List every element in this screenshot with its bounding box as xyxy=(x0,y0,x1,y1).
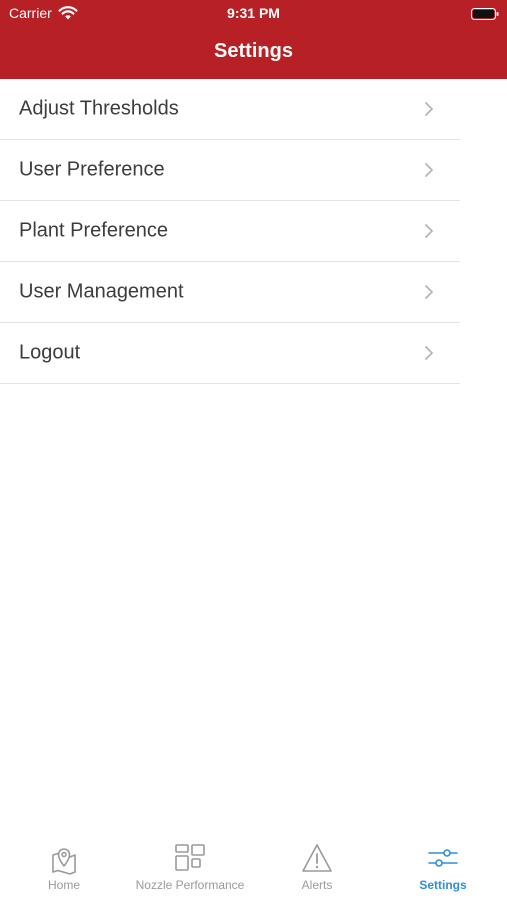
settings-item-label: User Management xyxy=(19,280,184,303)
settings-item-label: Adjust Thresholds xyxy=(19,97,179,120)
settings-item-user-preference[interactable]: User Preference xyxy=(0,140,460,201)
status-bar: Carrier 9:31 PM xyxy=(0,0,507,30)
tab-nozzle-performance[interactable]: Nozzle Performance xyxy=(124,832,256,900)
settings-item-user-management[interactable]: User Management xyxy=(0,262,460,323)
chevron-right-icon xyxy=(425,102,433,116)
tab-label: Settings xyxy=(419,878,467,892)
sliders-icon xyxy=(428,849,458,867)
chevron-right-icon xyxy=(425,346,433,360)
settings-item-label: Logout xyxy=(19,341,81,364)
chevron-right-icon xyxy=(425,285,433,299)
page-title: Settings xyxy=(214,40,293,62)
settings-item-label: Plant Preference xyxy=(19,219,168,242)
settings-list: Adjust Thresholds User Preference Plant … xyxy=(0,79,460,384)
map-pin-icon xyxy=(52,848,76,875)
chevron-right-icon xyxy=(425,163,433,177)
settings-item-logout[interactable]: Logout xyxy=(0,323,460,384)
header: Carrier 9:31 PM Settings xyxy=(0,0,507,79)
settings-item-plant-preference[interactable]: Plant Preference xyxy=(0,201,460,262)
tab-settings[interactable]: Settings xyxy=(403,832,483,900)
grid-icon xyxy=(175,844,205,871)
settings-screen: Carrier 9:31 PM Settings Adjust Threshol… xyxy=(0,0,507,900)
battery-icon xyxy=(471,8,499,20)
chevron-right-icon xyxy=(425,224,433,238)
tab-home[interactable]: Home xyxy=(24,832,104,900)
tab-bar: Home Nozzle Performance Alerts Settings xyxy=(0,832,507,900)
warning-icon xyxy=(302,844,332,872)
tab-label: Alerts xyxy=(301,878,333,892)
tab-label: Home xyxy=(47,878,80,892)
tab-alerts[interactable]: Alerts xyxy=(277,832,357,900)
settings-item-adjust-thresholds[interactable]: Adjust Thresholds xyxy=(0,79,460,140)
status-time: 9:31 PM xyxy=(227,5,280,21)
settings-item-label: User Preference xyxy=(19,158,165,181)
tab-label: Nozzle Performance xyxy=(135,878,245,892)
